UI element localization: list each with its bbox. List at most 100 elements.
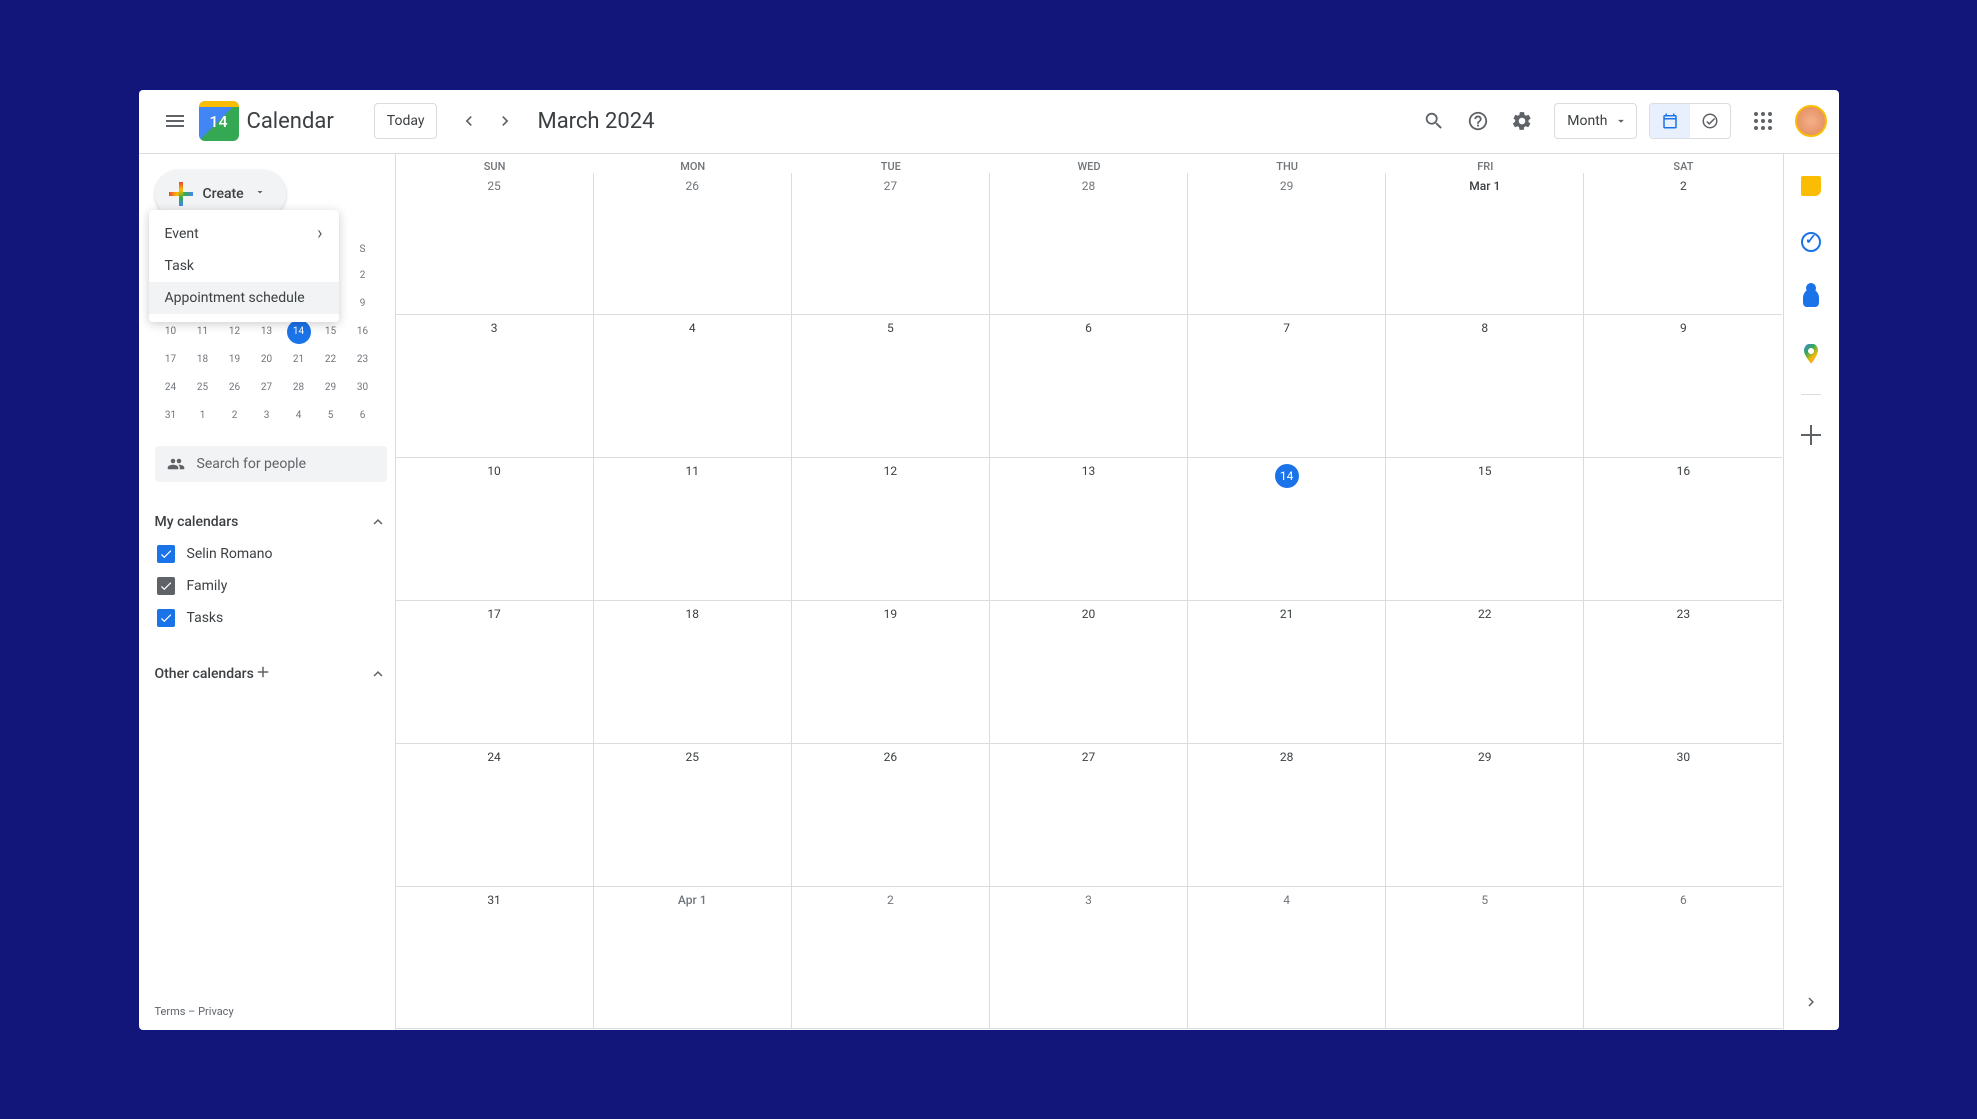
next-button[interactable] (489, 105, 521, 137)
today-button[interactable]: Today (374, 103, 438, 139)
mini-cal-day[interactable]: 20 (251, 346, 283, 374)
day-cell[interactable]: 7 (1188, 315, 1386, 458)
day-cell[interactable]: 24 (396, 744, 594, 887)
mini-cal-day[interactable]: 5 (315, 402, 347, 430)
day-cell[interactable]: 3 (396, 315, 594, 458)
prev-button[interactable] (453, 105, 485, 137)
mini-cal-day[interactable]: 4 (283, 402, 315, 430)
mini-cal-day[interactable]: 14 (287, 320, 311, 344)
mini-cal-day[interactable]: 11 (187, 318, 219, 346)
day-cell[interactable]: 20 (990, 601, 1188, 744)
dropdown-item[interactable]: Appointment schedule (149, 282, 339, 314)
checkbox[interactable] (157, 545, 175, 563)
dropdown-item[interactable]: Task (149, 250, 339, 282)
day-cell[interactable]: 30 (1584, 744, 1782, 887)
calendar-item[interactable]: Selin Romano (155, 538, 387, 570)
day-cell[interactable]: 25 (594, 744, 792, 887)
day-cell[interactable]: 4 (594, 315, 792, 458)
day-cell[interactable]: 28 (1188, 744, 1386, 887)
help-button[interactable] (1458, 101, 1498, 141)
keep-button[interactable] (1791, 166, 1831, 206)
dropdown-item[interactable]: Event (149, 218, 339, 250)
calendar-view-toggle[interactable] (1650, 104, 1690, 138)
day-cell[interactable]: 15 (1386, 458, 1584, 601)
day-cell[interactable]: 17 (396, 601, 594, 744)
collapse-panel-button[interactable] (1795, 986, 1827, 1018)
search-people-input[interactable]: Search for people (155, 446, 387, 482)
day-cell[interactable]: 31 (396, 887, 594, 1030)
mini-cal-day[interactable]: 6 (347, 402, 379, 430)
mini-cal-day[interactable]: 12 (219, 318, 251, 346)
day-cell[interactable]: 23 (1584, 601, 1782, 744)
day-cell[interactable]: 27 (990, 744, 1188, 887)
privacy-link[interactable]: Privacy (198, 1005, 234, 1018)
checkbox[interactable] (157, 609, 175, 627)
other-calendars-toggle[interactable]: Other calendars (155, 658, 387, 690)
day-cell[interactable]: 27 (792, 173, 990, 316)
day-cell[interactable]: 22 (1386, 601, 1584, 744)
day-cell[interactable]: 16 (1584, 458, 1782, 601)
day-cell[interactable]: 21 (1188, 601, 1386, 744)
mini-cal-day[interactable]: 30 (347, 374, 379, 402)
day-cell[interactable]: 28 (990, 173, 1188, 316)
terms-link[interactable]: Terms (155, 1005, 186, 1018)
mini-cal-day[interactable]: 2 (219, 402, 251, 430)
day-cell[interactable]: 26 (792, 744, 990, 887)
day-cell[interactable]: 12 (792, 458, 990, 601)
day-cell[interactable]: 29 (1188, 173, 1386, 316)
day-cell[interactable]: 25 (396, 173, 594, 316)
mini-cal-day[interactable]: 23 (347, 346, 379, 374)
day-cell[interactable]: Mar 1 (1386, 173, 1584, 316)
mini-cal-day[interactable]: 19 (219, 346, 251, 374)
day-cell[interactable]: 2 (792, 887, 990, 1030)
checkbox[interactable] (157, 577, 175, 595)
mini-cal-day[interactable]: 18 (187, 346, 219, 374)
day-cell[interactable]: 3 (990, 887, 1188, 1030)
mini-cal-day[interactable]: 10 (155, 318, 187, 346)
day-cell[interactable]: 19 (792, 601, 990, 744)
mini-cal-day[interactable]: 17 (155, 346, 187, 374)
mini-cal-day[interactable]: 29 (315, 374, 347, 402)
mini-cal-day[interactable]: 16 (347, 318, 379, 346)
day-cell[interactable]: Apr 1 (594, 887, 792, 1030)
mini-cal-day[interactable]: 1 (187, 402, 219, 430)
my-calendars-toggle[interactable]: My calendars (155, 506, 387, 538)
view-selector[interactable]: Month (1554, 103, 1636, 139)
add-calendar-button[interactable] (254, 663, 278, 685)
contacts-button[interactable] (1791, 278, 1831, 318)
calendar-item[interactable]: Family (155, 570, 387, 602)
apps-button[interactable] (1743, 101, 1783, 141)
day-cell[interactable]: 5 (792, 315, 990, 458)
day-cell[interactable]: 14 (1188, 458, 1386, 601)
mini-cal-day[interactable]: 13 (251, 318, 283, 346)
mini-cal-day[interactable]: 3 (251, 402, 283, 430)
mini-cal-day[interactable]: 2 (347, 262, 379, 290)
calendar-item[interactable]: Tasks (155, 602, 387, 634)
tasks-button[interactable] (1791, 222, 1831, 262)
account-avatar[interactable] (1795, 105, 1827, 137)
day-cell[interactable]: 4 (1188, 887, 1386, 1030)
search-button[interactable] (1414, 101, 1454, 141)
mini-cal-day[interactable]: 25 (187, 374, 219, 402)
day-cell[interactable]: 29 (1386, 744, 1584, 887)
mini-cal-day[interactable]: 9 (347, 290, 379, 318)
tasks-view-toggle[interactable] (1690, 104, 1730, 138)
settings-button[interactable] (1502, 101, 1542, 141)
day-cell[interactable]: 11 (594, 458, 792, 601)
mini-cal-day[interactable]: 28 (283, 374, 315, 402)
main-menu-button[interactable] (151, 97, 199, 145)
mini-cal-day[interactable]: 31 (155, 402, 187, 430)
day-cell[interactable]: 13 (990, 458, 1188, 601)
add-addon-button[interactable] (1791, 415, 1831, 455)
mini-cal-day[interactable]: 22 (315, 346, 347, 374)
mini-cal-day[interactable]: 26 (219, 374, 251, 402)
day-cell[interactable]: 18 (594, 601, 792, 744)
mini-cal-day[interactable]: 24 (155, 374, 187, 402)
day-cell[interactable]: 10 (396, 458, 594, 601)
day-cell[interactable]: 6 (1584, 887, 1782, 1030)
day-cell[interactable]: 8 (1386, 315, 1584, 458)
mini-cal-day[interactable]: 15 (315, 318, 347, 346)
day-cell[interactable]: 9 (1584, 315, 1782, 458)
day-cell[interactable]: 26 (594, 173, 792, 316)
maps-button[interactable] (1791, 334, 1831, 374)
